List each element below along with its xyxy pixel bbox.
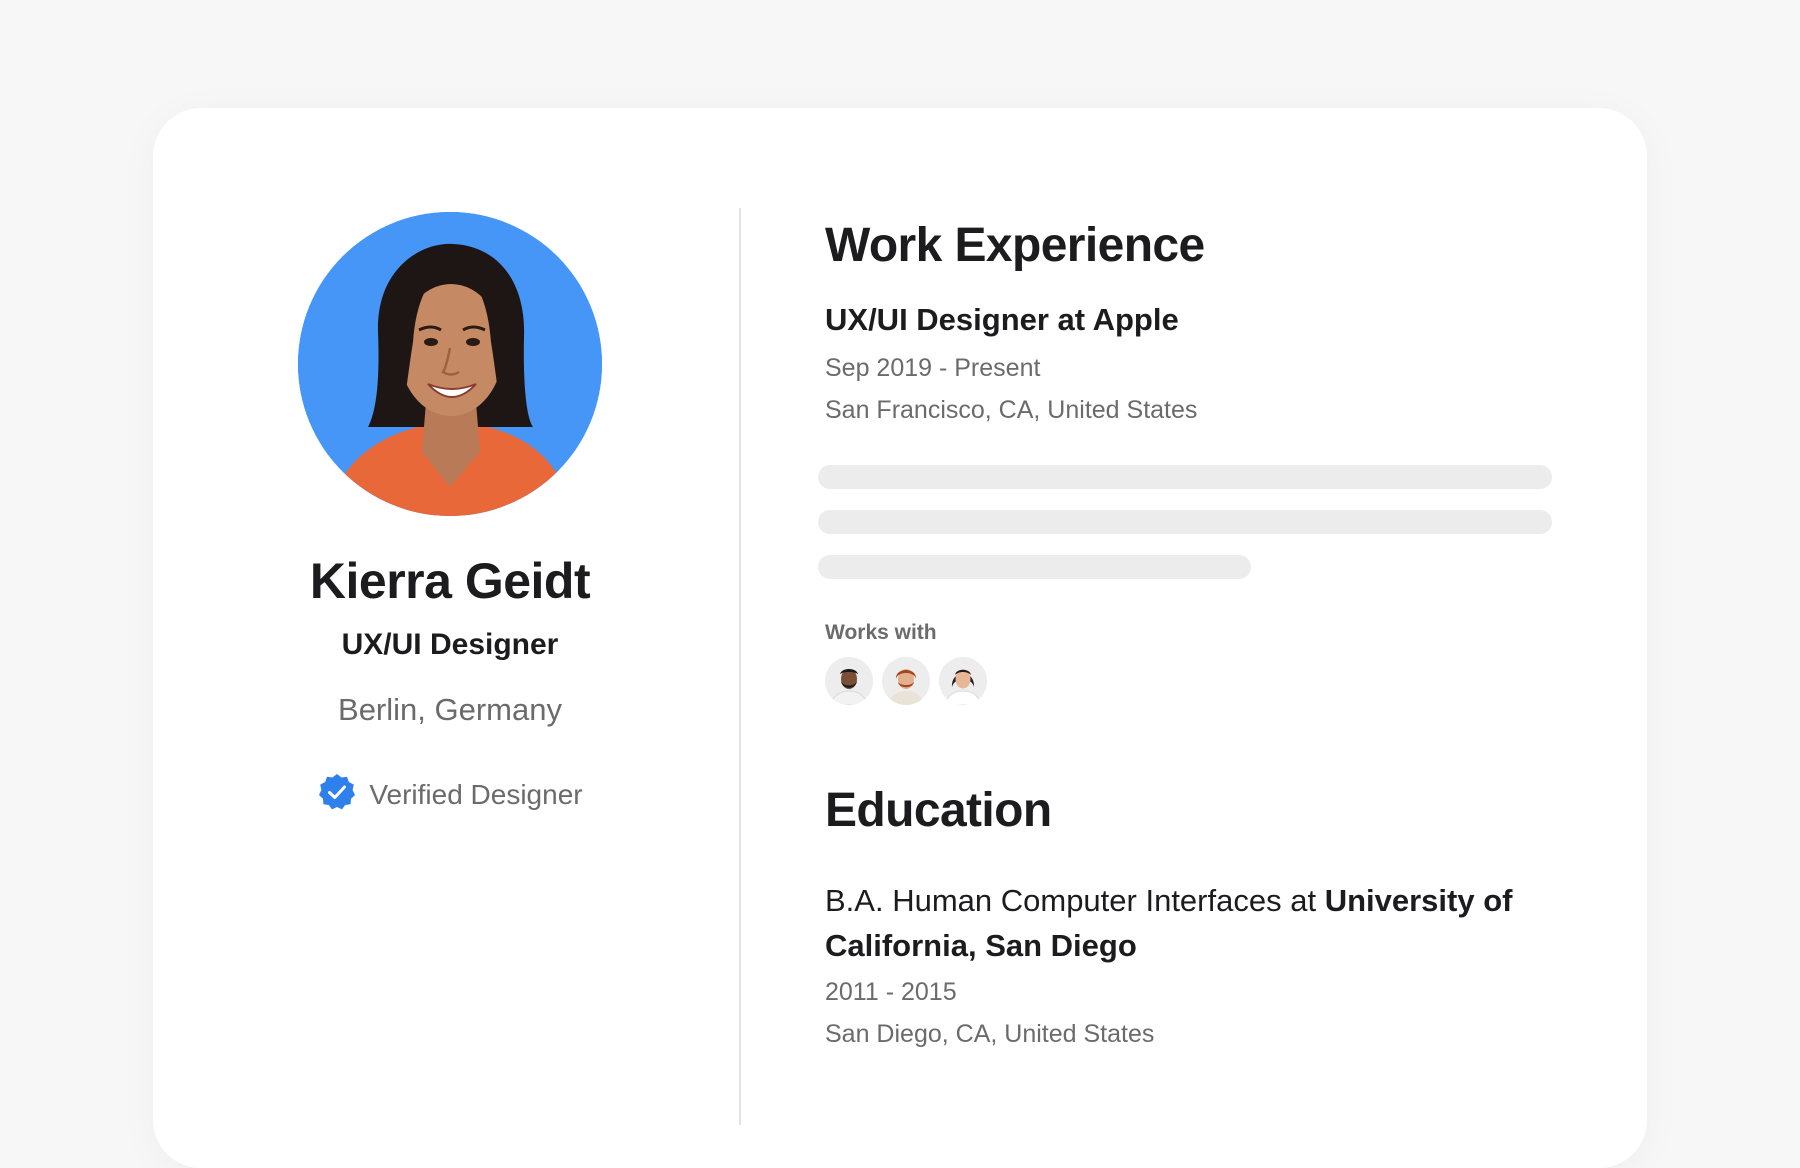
coworker-avatar[interactable] — [939, 657, 987, 705]
profile-photo — [298, 212, 602, 516]
job-location: San Francisco, CA, United States — [825, 396, 1198, 424]
verified-label: Verified Designer — [369, 778, 583, 810]
education-location: San Diego, CA, United States — [825, 1020, 1155, 1048]
profile-avatar — [298, 212, 602, 516]
description-placeholder-line — [818, 465, 1552, 489]
profile-name: Kierra Geidt — [309, 553, 591, 609]
profile-role: UX/UI Designer — [341, 628, 559, 661]
education-dates: 2011 - 2015 — [825, 978, 957, 1006]
profile-panel: Kierra Geidt UX/UI Designer Berlin, Germ… — [150, 212, 750, 817]
coworker-avatar[interactable] — [825, 657, 873, 705]
job-dates: Sep 2019 - Present — [825, 354, 1041, 382]
description-placeholder-line — [818, 510, 1552, 534]
verified-status: Verified Designer — [317, 772, 583, 817]
description-placeholder-line — [818, 555, 1251, 579]
work-experience-heading: Work Experience — [825, 219, 1205, 272]
job-title: UX/UI Designer at Apple — [825, 302, 1179, 337]
coworker-avatar[interactable] — [882, 657, 930, 705]
degree-text: B.A. Human Computer Interfaces at — [825, 883, 1317, 918]
education-degree: B.A. Human Computer Interfaces at Univer… — [825, 878, 1565, 968]
profile-location: Berlin, Germany — [338, 692, 562, 727]
verified-badge-icon — [317, 772, 357, 817]
coworker-avatars — [825, 657, 987, 705]
education-heading: Education — [825, 784, 1052, 837]
works-with-label: Works with — [825, 621, 937, 644]
